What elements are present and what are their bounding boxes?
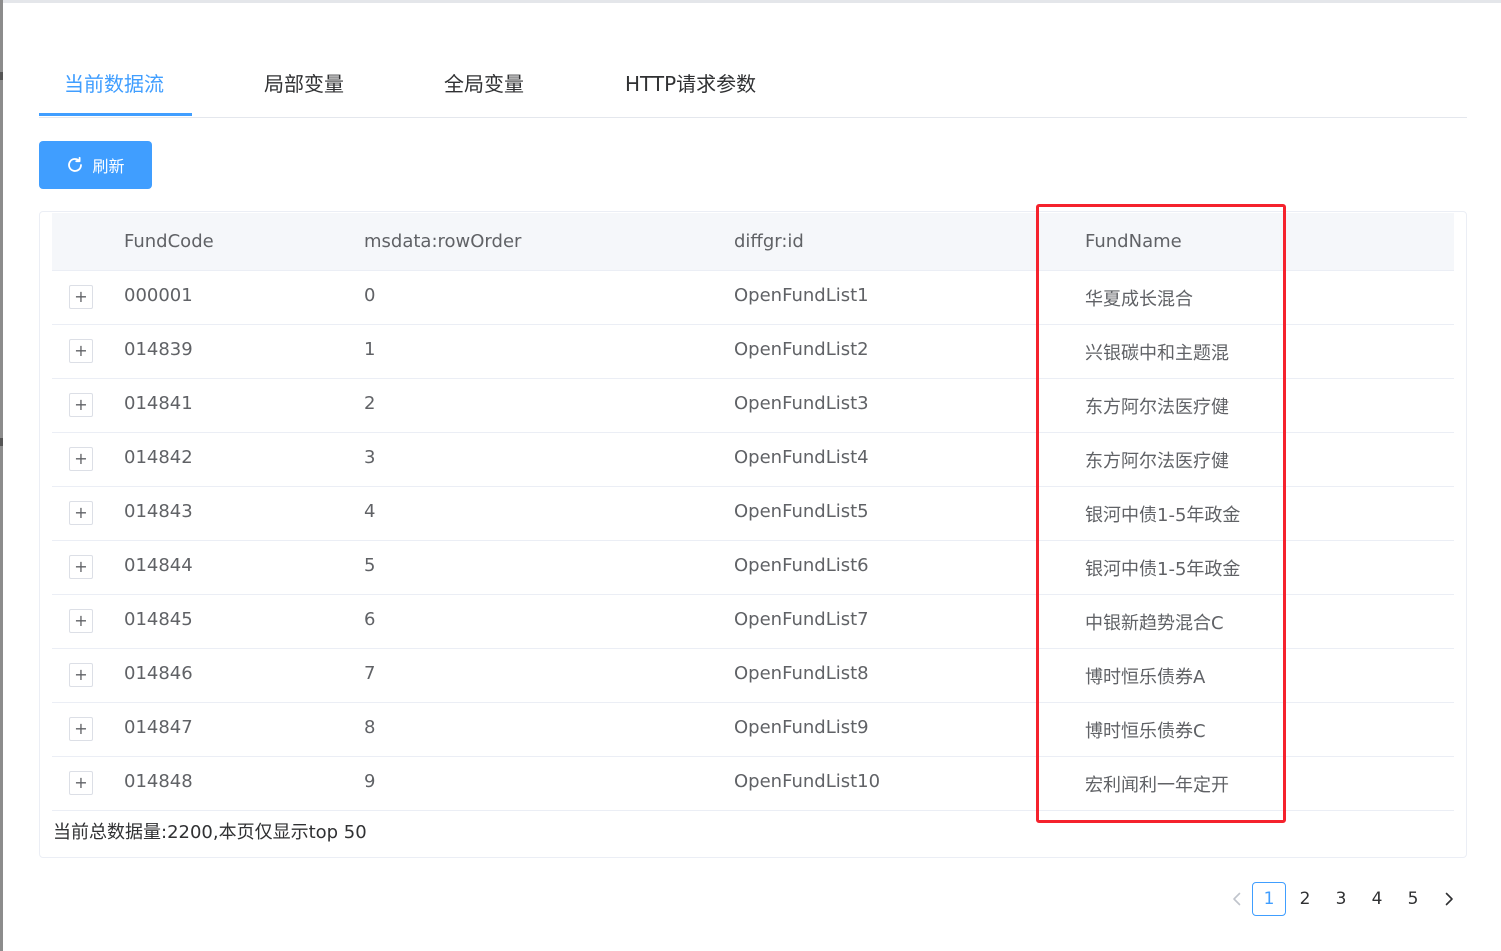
cell-row-order: 0 bbox=[364, 285, 376, 306]
cell-row-order: 2 bbox=[364, 393, 376, 414]
column-header-fundcode[interactable]: FundCode bbox=[124, 231, 214, 252]
tab-http-request-params[interactable]: HTTP请求参数 bbox=[625, 68, 756, 97]
refresh-icon bbox=[66, 156, 84, 174]
active-tab-indicator bbox=[39, 113, 192, 116]
pagination-next-button[interactable] bbox=[1432, 882, 1466, 916]
cell-fundcode: 014845 bbox=[124, 609, 193, 630]
expand-row-button[interactable]: + bbox=[69, 393, 93, 417]
pagination-page-3[interactable]: 3 bbox=[1324, 882, 1358, 916]
expand-row-button[interactable]: + bbox=[69, 717, 93, 741]
cell-fundcode: 014839 bbox=[124, 339, 193, 360]
tab-global-variables[interactable]: 全局变量 bbox=[444, 68, 524, 97]
chevron-left-icon bbox=[1233, 892, 1241, 906]
cell-fundcode: 014844 bbox=[124, 555, 193, 576]
table-footer-summary: 当前总数据量:2200,本页仅显示top 50 bbox=[53, 822, 367, 843]
cell-diffgr-id: OpenFundList1 bbox=[734, 285, 869, 306]
cell-fundcode: 000001 bbox=[124, 285, 193, 306]
expand-row-button[interactable]: + bbox=[69, 663, 93, 687]
expand-row-button[interactable]: + bbox=[69, 501, 93, 525]
pagination-page-1[interactable]: 1 bbox=[1252, 882, 1286, 916]
refresh-button-label: 刷新 bbox=[92, 157, 125, 176]
cell-diffgr-id: OpenFundList3 bbox=[734, 393, 869, 414]
cell-fundcode: 014843 bbox=[124, 501, 193, 522]
cell-row-order: 3 bbox=[364, 447, 376, 468]
cell-fundcode: 014848 bbox=[124, 771, 193, 792]
cell-row-order: 9 bbox=[364, 771, 376, 792]
expand-row-button[interactable]: + bbox=[69, 771, 93, 795]
cell-row-order: 5 bbox=[364, 555, 376, 576]
tab-local-variables[interactable]: 局部变量 bbox=[264, 68, 344, 97]
cell-diffgr-id: OpenFundList7 bbox=[734, 609, 869, 630]
cell-diffgr-id: OpenFundList6 bbox=[734, 555, 869, 576]
expand-row-button[interactable]: + bbox=[69, 285, 93, 309]
tab-bar: 当前数据流 局部变量 全局变量 HTTP请求参数 bbox=[39, 50, 1467, 118]
cell-row-order: 1 bbox=[364, 339, 376, 360]
refresh-button[interactable]: 刷新 bbox=[39, 141, 152, 189]
cell-diffgr-id: OpenFundList8 bbox=[734, 663, 869, 684]
pagination-page-5[interactable]: 5 bbox=[1396, 882, 1430, 916]
cell-row-order: 4 bbox=[364, 501, 376, 522]
chevron-right-icon bbox=[1445, 892, 1453, 906]
cell-row-order: 7 bbox=[364, 663, 376, 684]
cell-diffgr-id: OpenFundList5 bbox=[734, 501, 869, 522]
pagination-page-4[interactable]: 4 bbox=[1360, 882, 1394, 916]
fundname-column-highlight bbox=[1036, 204, 1286, 823]
cell-diffgr-id: OpenFundList2 bbox=[734, 339, 869, 360]
column-header-rowOrder[interactable]: msdata:rowOrder bbox=[364, 231, 521, 252]
window-top-edge bbox=[0, 0, 1501, 3]
cell-fundcode: 014846 bbox=[124, 663, 193, 684]
cell-diffgr-id: OpenFundList9 bbox=[734, 717, 869, 738]
expand-row-button[interactable]: + bbox=[69, 555, 93, 579]
expand-row-button[interactable]: + bbox=[69, 447, 93, 471]
edge-mark bbox=[0, 72, 3, 80]
cell-diffgr-id: OpenFundList4 bbox=[734, 447, 869, 468]
tab-current-dataflow[interactable]: 当前数据流 bbox=[64, 68, 164, 97]
expand-row-button[interactable]: + bbox=[69, 339, 93, 363]
cell-fundcode: 014841 bbox=[124, 393, 193, 414]
window-left-edge bbox=[0, 0, 3, 951]
expand-row-button[interactable]: + bbox=[69, 609, 93, 633]
cell-row-order: 8 bbox=[364, 717, 376, 738]
cell-fundcode: 014842 bbox=[124, 447, 193, 468]
pagination: 1 2 3 4 5 bbox=[1220, 882, 1470, 916]
cell-diffgr-id: OpenFundList10 bbox=[734, 771, 881, 792]
column-header-diffgr-id[interactable]: diffgr:id bbox=[734, 231, 804, 252]
edge-mark bbox=[0, 438, 3, 446]
cell-fundcode: 014847 bbox=[124, 717, 193, 738]
cell-row-order: 6 bbox=[364, 609, 376, 630]
pagination-page-2[interactable]: 2 bbox=[1288, 882, 1322, 916]
pagination-prev-button[interactable] bbox=[1220, 882, 1254, 916]
